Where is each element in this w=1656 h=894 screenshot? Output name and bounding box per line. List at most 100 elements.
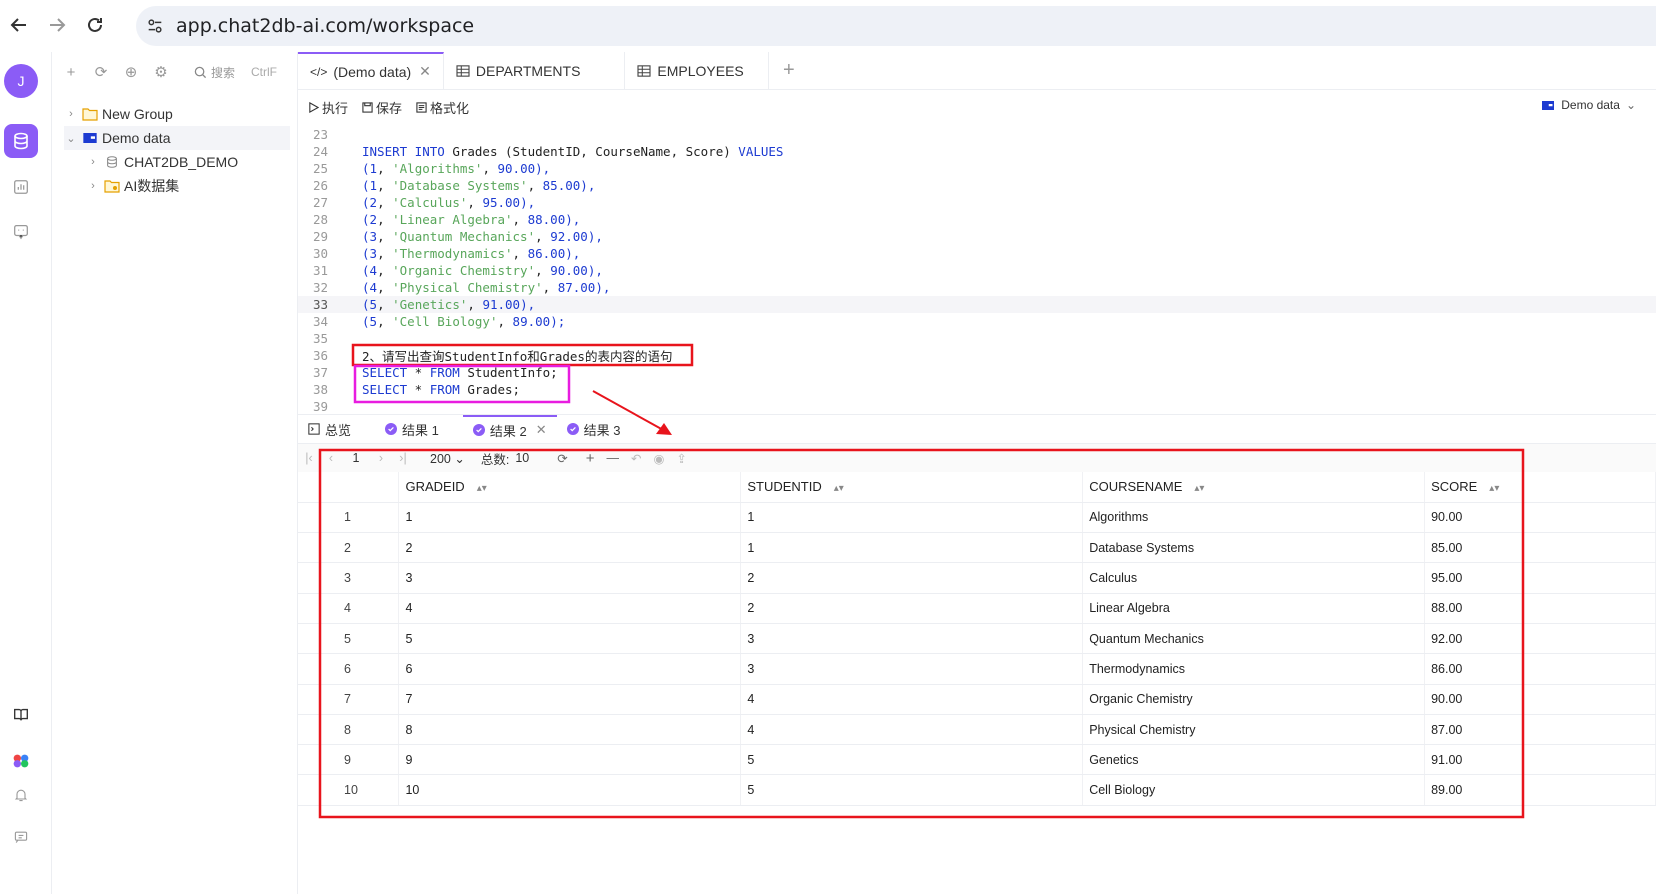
book-icon[interactable] bbox=[4, 698, 38, 732]
table-cell[interactable]: Organic Chemistry bbox=[1082, 684, 1426, 715]
table-cell[interactable]: 1 bbox=[398, 502, 742, 534]
table-cell[interactable]: Calculus bbox=[1082, 562, 1426, 594]
connection-select[interactable]: Demo data ⌄ bbox=[1541, 98, 1636, 112]
table-cell[interactable]: 90.00 bbox=[1424, 502, 1656, 534]
upload-icon[interactable]: ⇪ bbox=[676, 451, 686, 466]
table-cell[interactable]: 91.00 bbox=[1424, 744, 1656, 776]
table-row[interactable]: 10 10 5 Cell Biology 89.00 bbox=[298, 774, 1656, 806]
next-page-icon[interactable]: › bbox=[370, 451, 392, 465]
run-button[interactable]: 执行 bbox=[308, 98, 348, 117]
table-cell[interactable]: 87.00 bbox=[1424, 714, 1656, 746]
table-cell[interactable]: 3 bbox=[398, 562, 742, 594]
row-index-cell[interactable]: 5 bbox=[298, 623, 400, 655]
add-icon[interactable]: + bbox=[60, 61, 82, 83]
table-cell[interactable]: 5 bbox=[740, 744, 1084, 776]
table-cell[interactable]: 95.00 bbox=[1424, 562, 1656, 594]
column-header[interactable]: STUDENTID ▴▾ bbox=[740, 472, 1084, 503]
tree-search[interactable]: 搜索 CtrlF bbox=[194, 64, 277, 81]
table-cell[interactable]: 90.00 bbox=[1424, 684, 1656, 715]
row-index-cell[interactable]: 8 bbox=[298, 714, 400, 746]
format-button[interactable]: 格式化 bbox=[416, 98, 469, 117]
gear-icon[interactable]: ⚙ bbox=[150, 61, 172, 83]
refresh-icon[interactable]: ⟳ bbox=[557, 451, 567, 466]
table-row[interactable]: 3 3 2 Calculus 95.00 bbox=[298, 562, 1656, 594]
table-cell[interactable]: 3 bbox=[740, 623, 1084, 655]
tab-departments[interactable]: DEPARTMENTS bbox=[444, 52, 626, 89]
table-row[interactable]: 2 2 1 Database Systems 85.00 bbox=[298, 532, 1656, 564]
table-cell[interactable]: 89.00 bbox=[1424, 774, 1656, 806]
row-index-cell[interactable]: 10 bbox=[298, 774, 400, 806]
remove-row-icon[interactable]: — bbox=[606, 451, 619, 465]
feedback-icon[interactable] bbox=[4, 820, 38, 854]
page-size-select[interactable]: 200 ⌄ bbox=[430, 451, 465, 466]
tree-item-chat2db-demo[interactable]: › CHAT2DB_DEMO bbox=[86, 150, 290, 174]
table-cell[interactable]: 88.00 bbox=[1424, 593, 1656, 624]
bot-icon[interactable] bbox=[4, 214, 38, 248]
table-row[interactable]: 4 4 2 Linear Algebra 88.00 bbox=[298, 593, 1656, 624]
table-cell[interactable]: 86.00 bbox=[1424, 653, 1656, 685]
table-cell[interactable]: 9 bbox=[398, 744, 742, 776]
table-cell[interactable]: Algorithms bbox=[1082, 502, 1426, 534]
add-tab-button[interactable]: + bbox=[769, 52, 809, 89]
table-cell[interactable]: Quantum Mechanics bbox=[1082, 623, 1426, 655]
column-header[interactable]: GRADEID ▴▾ bbox=[398, 472, 742, 503]
tab-result-1[interactable]: 结果 1 bbox=[375, 415, 449, 443]
tree-item-ai-dataset[interactable]: › AI数据集 bbox=[86, 174, 290, 198]
tab-demo-data-console[interactable]: </> (Demo data) ✕ bbox=[298, 52, 444, 89]
table-cell[interactable]: 2 bbox=[398, 532, 742, 564]
column-header[interactable]: SCORE ▴▾ bbox=[1424, 472, 1656, 503]
bell-icon[interactable] bbox=[4, 778, 38, 812]
table-cell[interactable]: 5 bbox=[398, 623, 742, 655]
last-page-icon[interactable]: ›| bbox=[392, 451, 414, 465]
close-icon[interactable]: ✕ bbox=[419, 63, 431, 80]
tab-employees[interactable]: EMPLOYEES bbox=[625, 52, 769, 89]
table-cell[interactable]: 10 bbox=[398, 774, 742, 806]
tab-result-2[interactable]: 结果 2 ✕ bbox=[462, 415, 557, 443]
refresh-icon[interactable]: ⟳ bbox=[90, 61, 112, 83]
table-cell[interactable]: 7 bbox=[398, 684, 742, 715]
table-row[interactable]: 9 9 5 Genetics 91.00 bbox=[298, 744, 1656, 776]
database-icon[interactable] bbox=[4, 124, 38, 158]
reload-icon[interactable] bbox=[76, 6, 114, 44]
row-index-cell[interactable]: 9 bbox=[298, 744, 400, 776]
table-cell[interactable]: Thermodynamics bbox=[1082, 653, 1426, 685]
table-cell[interactable]: 2 bbox=[740, 562, 1084, 594]
table-row[interactable]: 8 8 4 Physical Chemistry 87.00 bbox=[298, 714, 1656, 746]
tab-overview[interactable]: 总览 bbox=[298, 415, 361, 443]
table-cell[interactable]: Genetics bbox=[1082, 744, 1426, 776]
column-header[interactable]: COURSENAME ▴▾ bbox=[1082, 472, 1426, 503]
table-cell[interactable]: Database Systems bbox=[1082, 532, 1426, 564]
back-icon[interactable] bbox=[0, 6, 38, 44]
table-cell[interactable]: 4 bbox=[740, 684, 1084, 715]
chart-icon[interactable] bbox=[4, 170, 38, 204]
close-icon[interactable]: ✕ bbox=[536, 422, 547, 438]
ai-brain-icon[interactable] bbox=[4, 744, 38, 778]
table-row[interactable]: 1 1 1 Algorithms 90.00 bbox=[298, 502, 1656, 534]
table-row[interactable]: 6 6 3 Thermodynamics 86.00 bbox=[298, 653, 1656, 685]
tree-item-new-group[interactable]: › New Group bbox=[64, 102, 290, 126]
first-page-icon[interactable]: |‹ bbox=[298, 451, 320, 465]
tree-item-demo-data[interactable]: ⌄ Demo data bbox=[64, 126, 290, 150]
table-cell[interactable]: 3 bbox=[740, 653, 1084, 685]
avatar[interactable]: J bbox=[4, 64, 38, 98]
table-cell[interactable]: 1 bbox=[740, 532, 1084, 564]
table-cell[interactable]: 5 bbox=[740, 774, 1084, 806]
sql-editor[interactable]: 23 24 INSERT INTO Grades (StudentID, Cour… bbox=[298, 126, 1656, 416]
table-cell[interactable]: 4 bbox=[740, 714, 1084, 746]
table-cell[interactable]: 4 bbox=[398, 593, 742, 624]
eye-icon[interactable]: ◉ bbox=[653, 451, 664, 466]
table-cell[interactable]: 8 bbox=[398, 714, 742, 746]
table-cell[interactable]: 1 bbox=[740, 502, 1084, 534]
locate-icon[interactable]: ⊕ bbox=[120, 61, 142, 83]
row-index-cell[interactable]: 3 bbox=[298, 562, 400, 594]
table-cell[interactable]: 6 bbox=[398, 653, 742, 685]
table-cell[interactable]: 85.00 bbox=[1424, 532, 1656, 564]
row-index-cell[interactable]: 6 bbox=[298, 653, 400, 685]
table-cell[interactable]: 92.00 bbox=[1424, 623, 1656, 655]
table-row[interactable]: 5 5 3 Quantum Mechanics 92.00 bbox=[298, 623, 1656, 655]
table-cell[interactable]: Linear Algebra bbox=[1082, 593, 1426, 624]
row-index-cell[interactable]: 2 bbox=[298, 532, 400, 564]
row-index-cell[interactable]: 4 bbox=[298, 593, 400, 624]
table-cell[interactable]: 2 bbox=[740, 593, 1084, 624]
site-settings-icon[interactable] bbox=[144, 15, 166, 37]
